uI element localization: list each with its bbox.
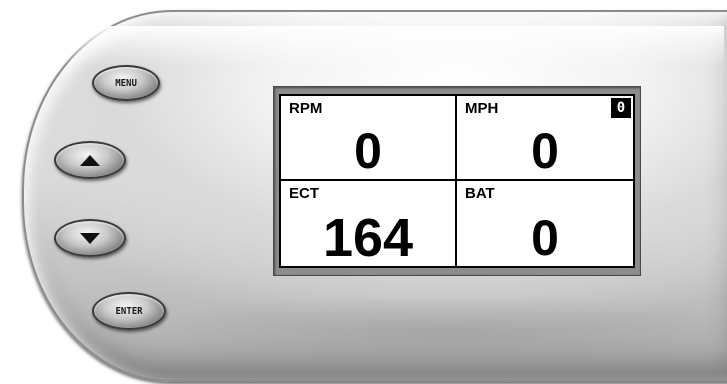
bat-gauge: BAT 0 [457,181,633,266]
menu-button[interactable]: MENU [92,65,160,101]
down-button[interactable] [54,219,126,257]
ect-gauge: ECT 164 [281,181,457,266]
enter-button-label: ENTER [115,305,143,317]
mph-indicator-badge: 0 [611,98,631,118]
vehicle-monitor-app: MENU ENTER RPM 0 MPH 0 0 ECT 164 BAT 0 [0,0,727,384]
enter-button[interactable]: ENTER [92,292,166,330]
rpm-label: RPM [289,100,323,117]
menu-button-label: MENU [115,77,137,89]
mph-gauge: MPH 0 0 [457,96,633,181]
rpm-gauge: RPM 0 [281,96,457,181]
arrow-up-icon [80,154,100,166]
ect-label: ECT [289,185,319,202]
bat-label: BAT [465,185,495,202]
ect-value: 164 [322,208,414,268]
gauge-screen: RPM 0 MPH 0 0 ECT 164 BAT 0 [279,94,635,268]
arrow-down-icon [80,232,100,244]
up-button[interactable] [54,141,126,179]
mph-label: MPH [465,100,499,117]
rpm-value: 0 [354,123,382,179]
bat-value: 0 [531,210,559,266]
mph-value: 0 [531,123,559,179]
